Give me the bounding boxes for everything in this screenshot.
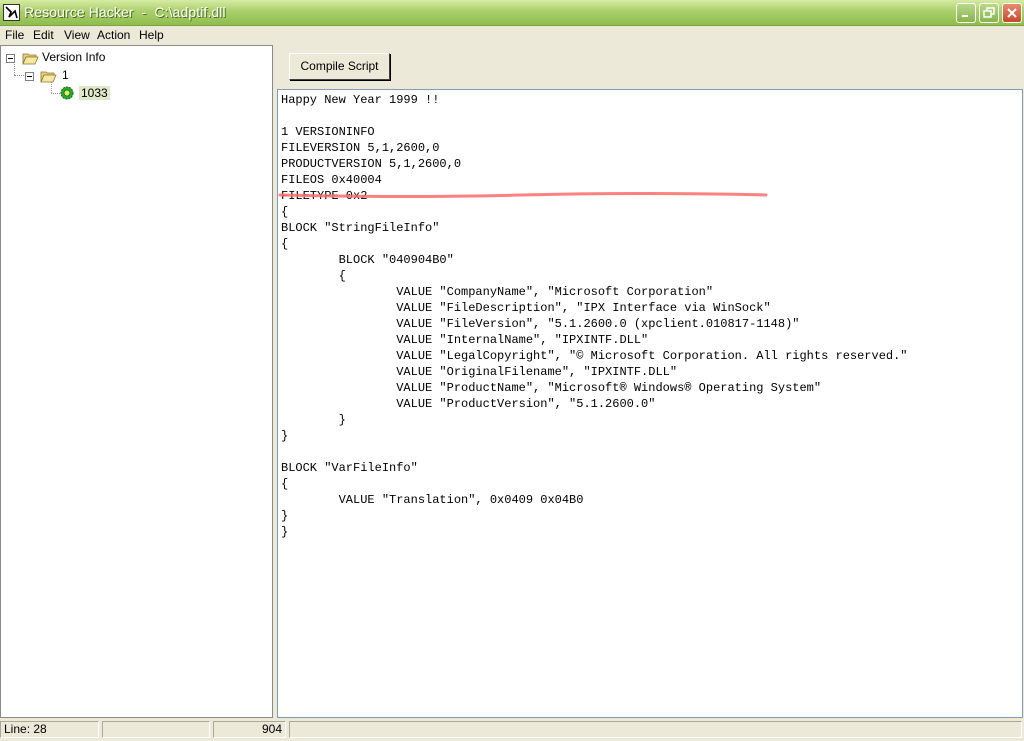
- menu-view[interactable]: View: [64, 28, 90, 42]
- tree-node-1[interactable]: 1: [62, 68, 69, 82]
- title-bar: Resource Hacker - C:\adptif.dll: [0, 0, 1024, 26]
- code-line[interactable]: }: [281, 412, 908, 428]
- red-underline-annotation: [278, 192, 768, 198]
- collapse-toggle[interactable]: [25, 72, 34, 81]
- code-line[interactable]: }: [281, 508, 908, 524]
- resource-gear-icon: [60, 86, 74, 100]
- code-line[interactable]: FILEVERSION 5,1,2600,0: [281, 140, 908, 156]
- code-line[interactable]: }: [281, 524, 908, 540]
- close-button[interactable]: [1002, 3, 1022, 23]
- code-line[interactable]: VALUE "OriginalFilename", "IPXINTF.DLL": [281, 364, 908, 380]
- tree-connector: [51, 93, 60, 94]
- code-line[interactable]: BLOCK "040904B0": [281, 252, 908, 268]
- code-line[interactable]: FILEOS 0x40004: [281, 172, 908, 188]
- tree-connector: [14, 62, 15, 75]
- status-panel-4: [289, 721, 1022, 738]
- menu-help[interactable]: Help: [139, 28, 164, 42]
- code-line[interactable]: {: [281, 204, 908, 220]
- window-title: Resource Hacker - C:\adptif.dll: [24, 4, 226, 20]
- restore-button[interactable]: [979, 3, 999, 23]
- code-line[interactable]: VALUE "ProductVersion", "5.1.2600.0": [281, 396, 908, 412]
- status-count: 904: [213, 721, 286, 738]
- code-line[interactable]: VALUE "LegalCopyright", "© Microsoft Cor…: [281, 348, 907, 364]
- code-line[interactable]: BLOCK "VarFileInfo": [281, 460, 908, 476]
- compile-script-button[interactable]: Compile Script: [289, 53, 390, 80]
- code-line[interactable]: [281, 108, 908, 124]
- code-line[interactable]: }: [281, 428, 908, 444]
- menu-file[interactable]: File: [5, 28, 24, 42]
- status-line: Line: 28: [0, 721, 99, 738]
- code-line[interactable]: Happy New Year 1999 !!: [281, 92, 908, 108]
- code-line[interactable]: VALUE "FileVersion", "5.1.2600.0 (xpclie…: [281, 316, 908, 332]
- collapse-toggle[interactable]: [6, 54, 15, 63]
- code-line[interactable]: VALUE "Translation", 0x0409 0x04B0: [281, 492, 908, 508]
- code-line[interactable]: [281, 444, 908, 460]
- minimize-button[interactable]: [956, 3, 976, 23]
- code-line[interactable]: VALUE "ProductName", "Microsoft® Windows…: [281, 380, 908, 396]
- tree-node-version-info[interactable]: Version Info: [42, 50, 105, 64]
- resource-hacker-icon[interactable]: [3, 4, 20, 21]
- menu-action[interactable]: Action: [97, 28, 130, 42]
- compile-script-label: Compile Script: [300, 59, 379, 73]
- status-bar: Line: 28 904: [0, 718, 1024, 741]
- script-editor[interactable]: Happy New Year 1999 !! 1 VERSIONINFO FILE…: [277, 89, 1023, 718]
- menu-bar: File Edit View Action Help: [0, 26, 1024, 45]
- code-line[interactable]: VALUE "CompanyName", "Microsoft Corporat…: [281, 284, 908, 300]
- code-line[interactable]: VALUE "FileDescription", "IPX Interface …: [281, 300, 908, 316]
- tree-node-1033[interactable]: 1033: [79, 86, 110, 100]
- code-line[interactable]: {: [281, 236, 908, 252]
- open-folder-icon: [40, 71, 57, 83]
- code-line[interactable]: VALUE "InternalName", "IPXINTF.DLL": [281, 332, 908, 348]
- status-panel-2: [102, 721, 210, 738]
- resource-tree[interactable]: Version Info 1 1033: [0, 45, 273, 718]
- script-text[interactable]: Happy New Year 1999 !! 1 VERSIONINFO FILE…: [281, 92, 908, 540]
- code-line[interactable]: {: [281, 268, 908, 284]
- code-line[interactable]: PRODUCTVERSION 5,1,2600,0: [281, 156, 908, 172]
- code-line[interactable]: BLOCK "StringFileInfo": [281, 220, 908, 236]
- menu-edit[interactable]: Edit: [33, 28, 54, 42]
- code-line[interactable]: {: [281, 476, 908, 492]
- open-folder-icon: [22, 53, 39, 65]
- code-line[interactable]: 1 VERSIONINFO: [281, 124, 908, 140]
